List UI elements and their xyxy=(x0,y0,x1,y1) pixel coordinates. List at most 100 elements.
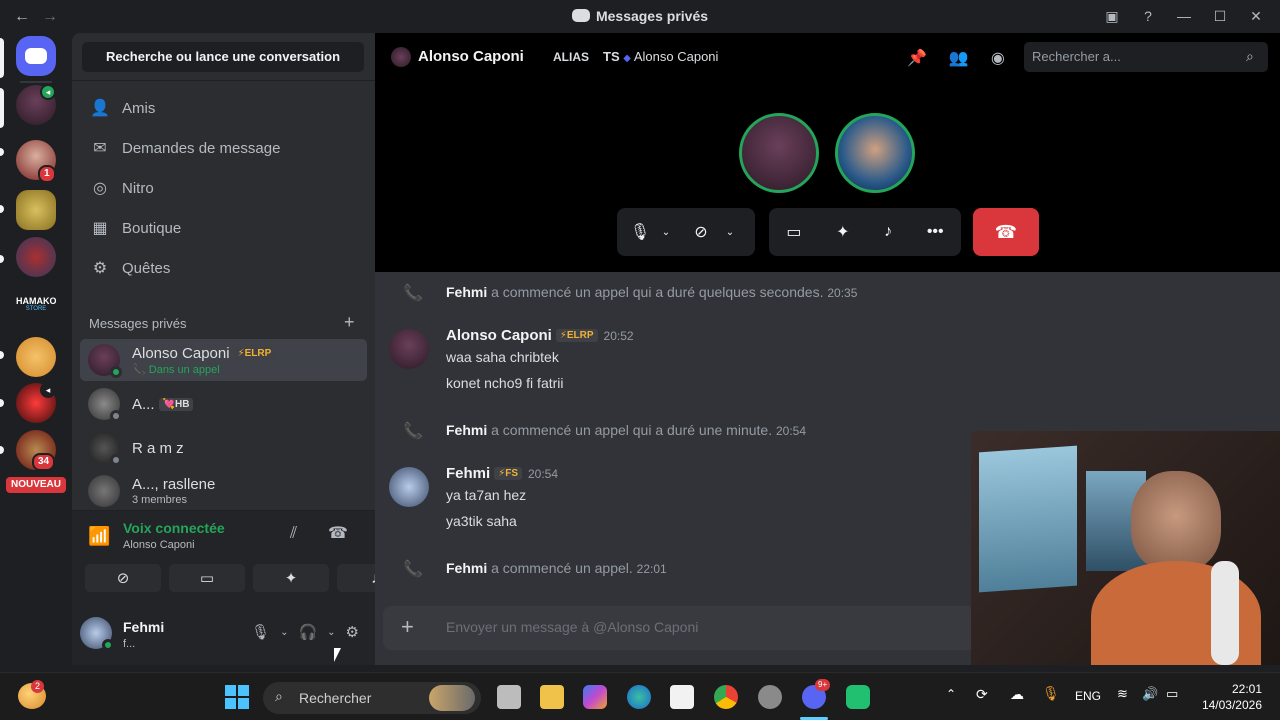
author-name[interactable]: Fehmi xyxy=(446,465,490,482)
disconnect-icon[interactable]: ☎ xyxy=(328,523,348,543)
chevron-down-icon[interactable]: ⌄ xyxy=(719,227,741,238)
minimize-button[interactable]: — xyxy=(1166,6,1202,26)
server-hamako[interactable]: HAMAKO STORE xyxy=(16,286,56,326)
clock[interactable]: 22:01 14/03/2026 xyxy=(1196,681,1262,713)
attach-plus-icon[interactable]: + xyxy=(401,614,414,640)
headset-icon[interactable]: 🎧 xyxy=(298,623,317,641)
call-actions: ▭ ✦ ♪ ••• xyxy=(769,208,961,256)
hang-up-button[interactable]: ☎ xyxy=(973,208,1039,256)
phone-icon: 📞 xyxy=(403,285,423,302)
inbox-icon[interactable]: ▣ xyxy=(1094,6,1130,26)
microphone-icon[interactable]: 🎙 xyxy=(251,623,270,641)
copilot-icon[interactable] xyxy=(583,685,607,709)
mic-in-use-icon[interactable]: 🎙 xyxy=(1042,685,1060,702)
more-icon[interactable]: ••• xyxy=(927,223,944,241)
new-badge[interactable]: NOUVEAU xyxy=(6,477,66,493)
noise-suppression-icon[interactable]: ⫽ xyxy=(290,525,297,543)
server-rail: ◂ 1 HAMAKO STORE ◂ 34 NOUVEAU xyxy=(0,33,72,665)
composer-placeholder: Envoyer un message à @Alonso Caponi xyxy=(446,619,699,635)
search-icon: ⌕ xyxy=(1246,48,1254,64)
screen-share-button[interactable]: ▭ xyxy=(169,564,245,592)
dm-name: A..., rasllene xyxy=(132,476,216,493)
call-participant-alonso[interactable] xyxy=(739,113,819,193)
guild-tag: ⚡FS xyxy=(494,467,522,480)
edge-icon[interactable] xyxy=(627,685,651,709)
dm-item-ramz[interactable]: R a m z xyxy=(80,427,367,469)
taskbar-search[interactable]: ⌕ Rechercher xyxy=(263,682,481,714)
nav-message-requests[interactable]: ✉ Demandes de message xyxy=(80,129,367,167)
store-icon[interactable] xyxy=(670,685,694,709)
settings-icon[interactable] xyxy=(758,685,782,709)
soundboard-icon[interactable]: ♪ xyxy=(884,223,892,241)
phone-hangup-icon: ☎ xyxy=(994,221,1018,242)
timestamp: 20:52 xyxy=(603,329,634,343)
home-button[interactable] xyxy=(16,36,56,76)
avatar xyxy=(88,432,122,466)
user-avatar[interactable] xyxy=(80,617,114,651)
nav-friends[interactable]: 👤 Amis xyxy=(80,89,367,127)
wifi-icon[interactable]: ≋ xyxy=(1117,686,1128,702)
discord-logo-icon xyxy=(571,9,590,22)
dm-item-alonso[interactable]: Alonso Caponi ⚡ELRP 📞 Dans un appel xyxy=(80,339,367,381)
settings-gear-icon[interactable]: ⚙ xyxy=(346,623,359,641)
battery-icon[interactable]: ▭ xyxy=(1166,686,1178,702)
taskbar: 2 ⌕ Rechercher 9+ ⌃ ⟳ ☁ 🎙 ENG ≋ 🔊 ▭ 22:0… xyxy=(0,672,1280,720)
message-avatar[interactable] xyxy=(389,329,429,369)
avatar xyxy=(88,388,122,422)
cloud-icon[interactable]: ☁ xyxy=(1010,686,1024,703)
server-avatar-3[interactable] xyxy=(16,237,56,277)
screen-share-icon[interactable]: ▭ xyxy=(786,222,801,242)
microphone-icon[interactable]: 🎙 xyxy=(625,222,655,242)
dm-item-group[interactable]: A..., rasllene 3 membres xyxy=(80,471,367,511)
header-avatar[interactable] xyxy=(391,47,411,67)
selected-pill xyxy=(0,88,4,128)
server-avatar-4[interactable] xyxy=(16,337,56,377)
file-explorer-icon[interactable] xyxy=(540,685,564,709)
author-name[interactable]: Alonso Caponi xyxy=(446,327,552,344)
message-text: ya ta7an hez xyxy=(446,487,527,503)
chevron-down-icon[interactable]: ⌄ xyxy=(327,627,335,638)
tray-chevron-icon[interactable]: ⌃ xyxy=(946,687,956,701)
hamako-title: HAMAKO xyxy=(16,296,56,306)
language-indicator[interactable]: ENG xyxy=(1075,689,1101,703)
search-highlight-image xyxy=(429,685,475,711)
message-avatar[interactable] xyxy=(389,467,429,507)
help-icon[interactable]: ? xyxy=(1130,6,1166,26)
sync-icon[interactable]: ⟳ xyxy=(976,686,988,703)
dm-name: Alonso Caponi xyxy=(132,344,230,362)
chrome-icon[interactable] xyxy=(714,685,738,709)
activities-icon[interactable]: ✦ xyxy=(836,222,849,242)
nav-shop[interactable]: ▦ Boutique xyxy=(80,209,367,247)
create-dm-plus-icon[interactable]: + xyxy=(344,312,355,333)
voice-status[interactable]: Voix connectée xyxy=(123,520,225,536)
nav-nitro[interactable]: ◎ Nitro xyxy=(80,169,367,207)
windows-start-icon[interactable] xyxy=(225,685,249,709)
call-participant-fehmi[interactable] xyxy=(835,113,915,193)
voice-channel[interactable]: Alonso Caponi xyxy=(123,539,195,551)
search-input[interactable]: Rechercher a... xyxy=(1024,42,1268,72)
message-group: Alonso Caponi ⚡ELRP 20:52 waa saha chribte… xyxy=(375,327,1280,397)
person-head xyxy=(1131,471,1221,571)
task-view-icon[interactable] xyxy=(497,685,521,709)
camera-off-button[interactable]: ⊘ xyxy=(85,564,161,592)
pin-icon[interactable]: 📌 xyxy=(907,48,927,68)
server-avatar-2[interactable] xyxy=(16,190,56,230)
maximize-button[interactable]: ☐ xyxy=(1202,6,1238,26)
volume-icon[interactable]: 🔊 xyxy=(1142,686,1158,702)
nav-quests[interactable]: ⚙ Quêtes xyxy=(80,249,367,287)
phone-icon: 📞 xyxy=(403,561,423,578)
dm-item-a[interactable]: A... 💘HB xyxy=(80,383,367,425)
app-icon[interactable] xyxy=(846,685,870,709)
quests-icon: ⚙ xyxy=(92,260,108,277)
user-name: Fehmi xyxy=(123,619,165,635)
close-button[interactable]: ✕ xyxy=(1238,6,1274,26)
add-friends-icon[interactable]: 👥 xyxy=(949,48,969,68)
activities-button[interactable]: ✦ xyxy=(253,564,329,592)
find-conversation-button[interactable]: Recherche ou lance une conversation xyxy=(82,42,364,72)
user-profile-icon[interactable]: ◉ xyxy=(991,48,1005,68)
selected-pill xyxy=(0,38,4,78)
camera-off-icon[interactable]: ⊘ xyxy=(683,222,719,242)
chevron-down-icon[interactable]: ⌄ xyxy=(655,227,677,238)
nitro-icon: ◎ xyxy=(93,180,107,197)
chevron-down-icon[interactable]: ⌄ xyxy=(280,627,288,638)
